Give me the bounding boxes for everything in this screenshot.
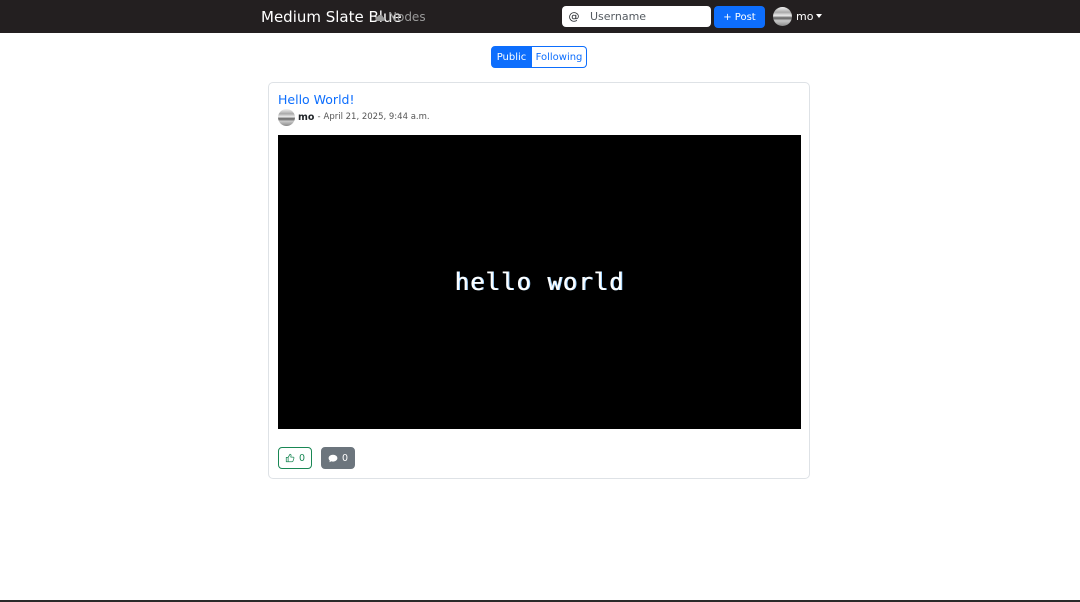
feed-tabs: Public Following <box>491 46 587 68</box>
comment-count: 0 <box>341 452 349 464</box>
username-search: @ <box>562 6 711 27</box>
tab-public[interactable]: Public <box>491 46 532 68</box>
post-date: April 21, 2025, 9:44 a.m. <box>323 112 430 122</box>
cloud-icon <box>375 14 385 21</box>
nodes-label: Nodes <box>388 10 426 24</box>
comment-button[interactable]: 0 <box>321 447 355 469</box>
like-count: 0 <box>298 452 306 464</box>
author-avatar <box>278 108 295 126</box>
at-prefix: @ <box>568 10 580 23</box>
new-post-button[interactable]: + Post <box>714 6 765 28</box>
user-name: mo <box>796 9 814 23</box>
username-input[interactable] <box>584 7 704 26</box>
caret-down-icon <box>816 14 823 18</box>
tab-following[interactable]: Following <box>532 46 587 68</box>
avatar <box>773 6 792 26</box>
post-card: Hello World! mo - April 21, 2025, 9:44 a… <box>268 82 810 479</box>
user-menu-toggle[interactable]: mo <box>773 6 823 26</box>
post-image-text: hello world <box>454 268 625 296</box>
navbar: Medium Slate Blue Nodes @ + Post mo <box>0 0 1080 33</box>
post-author[interactable]: mo <box>298 112 314 123</box>
nodes-link[interactable]: Nodes <box>375 10 426 24</box>
meta-separator: - <box>317 112 321 122</box>
thumbs-up-icon <box>285 453 295 463</box>
post-button-label: + Post <box>723 11 756 23</box>
chat-bubble-icon <box>328 454 338 462</box>
post-title-link[interactable]: Hello World! <box>278 92 355 107</box>
post-meta: mo - April 21, 2025, 9:44 a.m. <box>278 108 430 126</box>
like-button[interactable]: 0 <box>278 447 312 469</box>
post-image: hello world <box>278 135 801 429</box>
